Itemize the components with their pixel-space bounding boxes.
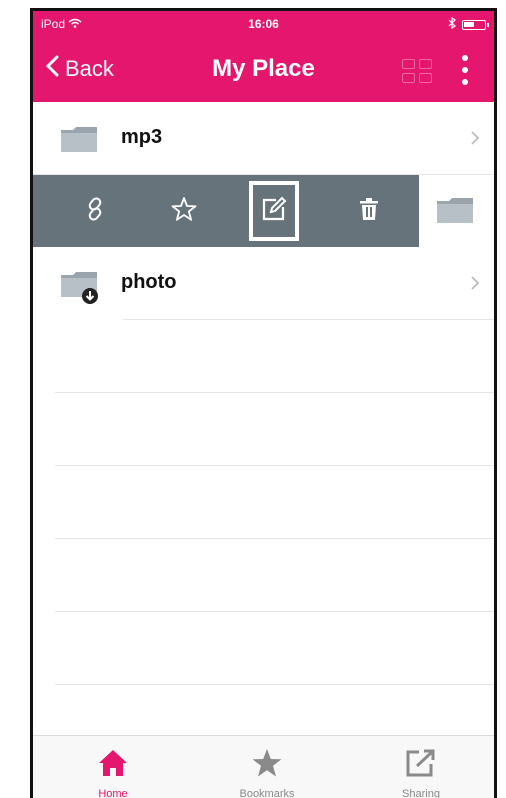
folder-name: mp3 [121,126,163,148]
row-divider [55,538,494,539]
folder-download-icon [59,269,103,310]
delete-action-button[interactable] [339,175,399,247]
tab-bookmarks[interactable]: Bookmarks [207,736,327,798]
edit-icon [260,195,288,228]
folder-row-photo[interactable]: photo [33,247,494,319]
home-icon [97,748,129,783]
row-divider [55,611,494,612]
link-icon [82,196,108,227]
row-divider [55,392,494,393]
trash-icon [357,196,381,227]
tab-label: Home [98,788,128,798]
folder-name: photo [121,271,177,293]
grid-view-icon[interactable] [402,59,434,85]
folder-icon [59,124,99,159]
folder-row-mp3[interactable]: mp3 [33,102,494,174]
phone-screen: iPod 16:06 Back My Place mp3 photo Home … [30,8,497,798]
edit-action-button[interactable] [243,175,305,247]
tab-label: Sharing [402,788,440,798]
tab-label: Bookmarks [239,788,295,798]
tab-home[interactable]: Home [53,736,173,798]
swipe-actions-bar [33,175,419,247]
tab-sharing[interactable]: Sharing [361,736,481,798]
chevron-right-icon [470,126,480,152]
bookmark-action-button[interactable] [154,175,214,247]
row-divider [123,319,494,320]
share-icon [405,748,437,783]
tab-bar: Home Bookmarks Sharing [33,735,494,798]
status-time: 16:06 [248,17,279,31]
navigation-header: iPod 16:06 Back My Place [33,11,494,102]
bluetooth-icon [448,16,456,32]
link-action-button[interactable] [65,175,125,247]
more-menu-icon[interactable] [460,55,470,85]
folder-icon [435,195,475,230]
battery-icon [462,19,489,30]
status-right [448,16,489,32]
chevron-right-icon [470,271,480,297]
status-bar: iPod 16:06 [33,16,494,33]
row-divider [55,684,494,685]
star-outline-icon [170,195,198,228]
row-divider [55,465,494,466]
star-icon [251,748,283,783]
